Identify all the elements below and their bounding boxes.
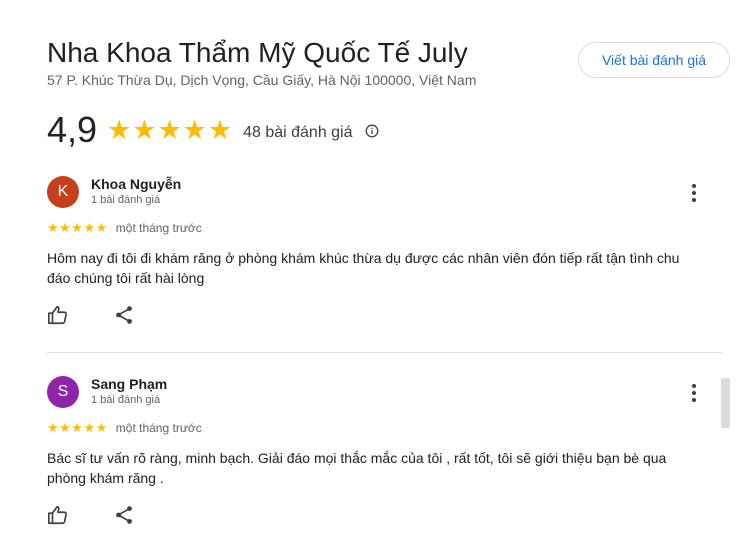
place-header: Nha Khoa Thẩm Mỹ Quốc Tế July 57 P. Khúc… [47, 36, 476, 88]
thumbs-up-icon[interactable] [47, 304, 69, 326]
place-address: 57 P. Khúc Thừa Dụ, Dịch Vọng, Cầu Giấy,… [47, 72, 477, 88]
review-text-line: phòng khám răng . [47, 470, 164, 486]
review-time: một tháng trước [115, 421, 202, 435]
review-text-line: Hôm nay đi tôi đi khám răng ở phòng khám… [47, 250, 680, 266]
write-review-button[interactable]: Viết bài đánh giá [578, 42, 730, 78]
share-icon[interactable] [113, 504, 135, 526]
share-icon[interactable] [113, 304, 135, 326]
review-text-line: Bác sĩ tư vấn rõ ràng, minh bạch. Giải đ… [47, 450, 667, 466]
reviewer-name[interactable]: Sang Phạm [91, 376, 167, 392]
avatar[interactable]: S [47, 376, 79, 408]
place-title: Nha Khoa Thẩm Mỹ Quốc Tế July [47, 37, 468, 68]
review-divider [47, 352, 722, 353]
review-text: Bác sĩ tư vấn rõ ràng, minh bạch. Giải đ… [47, 448, 697, 488]
info-icon[interactable] [365, 124, 379, 138]
reviewer-name[interactable]: Khoa Nguyễn [91, 176, 181, 192]
review-count: 48 bài đánh giá [243, 124, 353, 141]
review-text-line: đáo chúng tôi rất hài lòng [47, 270, 205, 286]
scrollbar-thumb[interactable] [721, 378, 730, 428]
thumbs-up-icon[interactable] [47, 504, 69, 526]
reviewer-review-count: 1 bài đánh giá [91, 194, 161, 206]
avatar[interactable]: K [47, 176, 79, 208]
more-options-icon[interactable] [687, 182, 701, 204]
review-rating-line: ★★★★★ một tháng trước [47, 220, 202, 236]
average-rating: 4,9 [47, 109, 98, 150]
review-text: Hôm nay đi tôi đi khám răng ở phòng khám… [47, 248, 697, 288]
review-stars: ★★★★★ [47, 220, 108, 235]
review-rating-line: ★★★★★ một tháng trước [47, 420, 202, 436]
review-actions [47, 504, 135, 526]
review-stars: ★★★★★ [47, 420, 108, 435]
review-time: một tháng trước [115, 221, 202, 235]
review-actions [47, 304, 135, 326]
reviewer-review-count: 1 bài đánh giá [91, 394, 161, 406]
average-stars: ★★★★★ [107, 114, 234, 145]
rating-summary: 4,9 ★★★★★ 48 bài đánh giá [47, 110, 379, 150]
more-options-icon[interactable] [687, 382, 701, 404]
